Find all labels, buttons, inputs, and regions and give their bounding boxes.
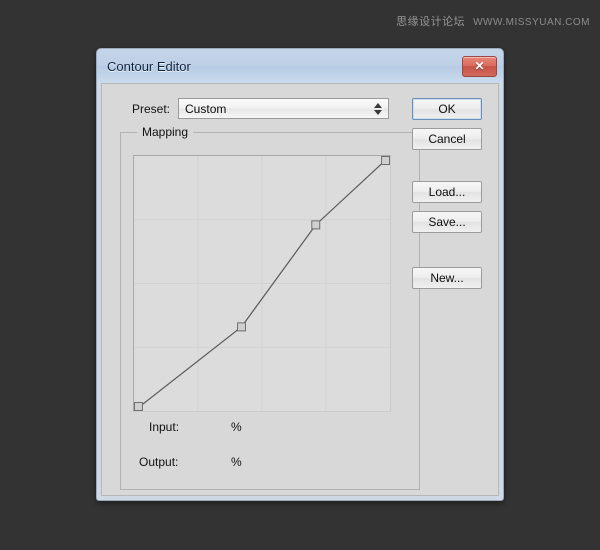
control-point[interactable] <box>312 221 320 229</box>
preset-row: Preset: Custom <box>132 98 390 119</box>
dialog-title: Contour Editor <box>107 58 191 74</box>
control-point[interactable] <box>238 323 246 331</box>
new-button[interactable]: New... <box>412 267 482 289</box>
site-watermark: 思缘设计论坛 WWW.MISSYUAN.COM <box>396 13 590 29</box>
preset-selected-value: Custom <box>185 101 227 116</box>
load-button[interactable]: Load... <box>412 181 482 203</box>
save-button[interactable]: Save... <box>412 211 482 233</box>
control-point[interactable] <box>382 157 390 165</box>
dialog-titlebar[interactable]: Contour Editor ✕ <box>97 49 503 83</box>
output-value: % <box>231 455 242 469</box>
watermark-url-text: WWW.MISSYUAN.COM <box>473 17 590 28</box>
mapping-legend-label: Mapping <box>137 125 194 139</box>
mapping-groupbox: Mapping Input: % Output: % <box>120 125 420 490</box>
control-point[interactable] <box>135 403 143 411</box>
contour-editor-dialog: Contour Editor ✕ Preset: Custom Mapping <box>96 48 504 501</box>
input-unit: % <box>231 420 242 434</box>
preset-label: Preset: <box>132 101 171 116</box>
close-glyph: ✕ <box>474 59 485 73</box>
cancel-button[interactable]: Cancel <box>412 128 482 150</box>
ok-button[interactable]: OK <box>412 98 482 120</box>
input-value: % <box>231 420 242 434</box>
chevron-updown-icon <box>374 99 383 118</box>
output-unit: % <box>231 455 242 469</box>
graph-gridlines <box>134 156 390 411</box>
close-icon[interactable]: ✕ <box>462 55 497 77</box>
contour-curve-svg <box>134 156 390 411</box>
input-label: Input: <box>149 420 180 434</box>
watermark-chinese-text: 思缘设计论坛 <box>396 15 466 28</box>
output-label: Output: <box>139 455 179 469</box>
preset-dropdown[interactable]: Custom <box>178 98 390 119</box>
dialog-client-area: Preset: Custom Mapping Input: % Output: … <box>101 83 499 496</box>
contour-curve-graph[interactable] <box>133 155 391 412</box>
